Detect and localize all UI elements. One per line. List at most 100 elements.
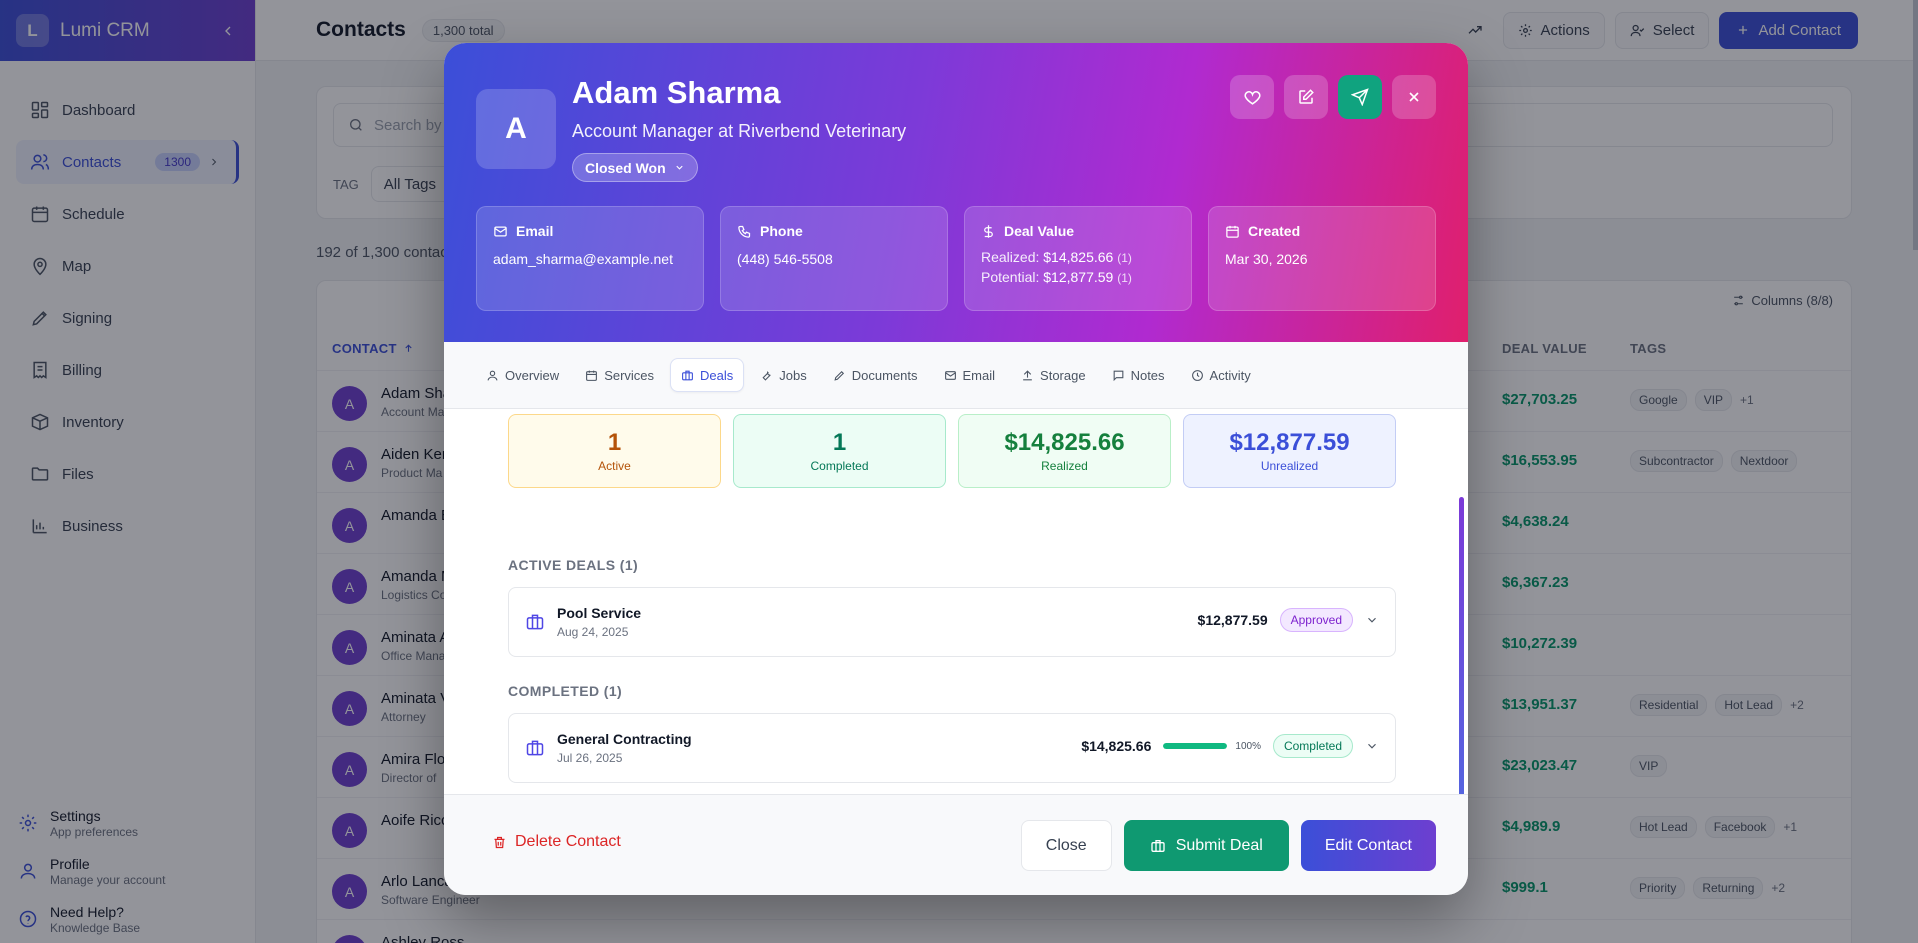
close-button[interactable]: Close <box>1020 820 1112 871</box>
summary-value: 1 <box>607 429 622 456</box>
summary-value: $12,877.59 <box>1229 429 1350 456</box>
deal-progress-label: 100% <box>1235 740 1261 752</box>
tab-label: Deals <box>700 367 734 383</box>
email-value[interactable]: adam_sharma@example.net <box>493 251 687 267</box>
phone-icon <box>738 225 751 238</box>
created-card: Created Mar 30, 2026 <box>1208 206 1436 311</box>
deal-value-label: Deal Value <box>1004 223 1075 239</box>
created-label: Created <box>1248 223 1301 239</box>
message-icon <box>1113 370 1123 381</box>
tab-label: Storage <box>1040 367 1086 383</box>
modal-footer: Delete Contact Close Submit Deal Edit Co… <box>444 794 1468 895</box>
wrench-icon <box>762 370 771 381</box>
potential-value: $12,877.59 <box>1043 269 1114 285</box>
header-actions <box>1230 75 1436 119</box>
realized-label: Realized: <box>981 249 1040 265</box>
tab-email[interactable]: Email <box>934 358 1006 392</box>
send-icon <box>1351 88 1369 106</box>
contact-role: Account Manager at Riverbend Veterinary <box>572 121 907 141</box>
dollar-icon <box>984 224 993 238</box>
send-button[interactable] <box>1338 75 1382 119</box>
deal-date: Aug 24, 2025 <box>557 625 629 639</box>
close-icon <box>1409 92 1419 102</box>
realized-count: (1) <box>1117 251 1132 265</box>
status-badge: Approved <box>1279 608 1353 632</box>
heart-icon <box>1243 90 1261 105</box>
upload-icon <box>1023 369 1032 380</box>
summary-label: Unrealized <box>1260 459 1319 473</box>
calendar-icon <box>586 370 598 381</box>
favorite-button[interactable] <box>1230 75 1274 119</box>
tab-label: Overview <box>505 367 560 383</box>
summary-label: Completed <box>810 459 869 473</box>
user-icon <box>487 370 498 380</box>
tab-jobs[interactable]: Jobs <box>750 358 816 392</box>
status-dropdown[interactable]: Closed Won <box>572 153 698 182</box>
submit-deal-button[interactable]: Submit Deal <box>1123 820 1289 871</box>
delete-contact-button[interactable]: Delete Contact <box>492 833 621 851</box>
chevron-down-icon[interactable] <box>1365 739 1379 753</box>
briefcase-icon <box>1151 839 1165 852</box>
mail-icon <box>944 370 956 380</box>
email-label: Email <box>516 223 554 239</box>
tab-storage[interactable]: Storage <box>1011 358 1096 392</box>
summary-value: $14,825.66 <box>1004 429 1125 456</box>
edit-contact-button[interactable]: Edit Contact <box>1300 820 1436 871</box>
edit-button[interactable] <box>1284 75 1328 119</box>
summary-realized: $14,825.66 Realized <box>958 414 1171 488</box>
tab-activity[interactable]: Activity <box>1181 358 1261 392</box>
active-deal-card[interactable]: Pool Service Aug 24, 2025 $12,877.59 App… <box>508 587 1396 657</box>
summary-unrealized: $12,877.59 Unrealized <box>1183 414 1396 488</box>
tab-overview[interactable]: Overview <box>476 358 569 392</box>
chevron-down-icon[interactable] <box>1365 613 1379 627</box>
calendar-icon <box>1226 225 1239 238</box>
modal-tabs: Overview Services Deals Jobs Documents E… <box>444 342 1468 409</box>
potential-count: (1) <box>1117 271 1132 285</box>
contact-stats: Email adam_sharma@example.net Phone (448… <box>476 206 1436 311</box>
completed-deals-title: COMPLETED (1) <box>508 683 623 699</box>
briefcase-icon <box>526 740 544 756</box>
completed-deal-card[interactable]: General Contracting Jul 26, 2025 $14,825… <box>508 713 1396 783</box>
summary-active: 1 Active <box>508 414 721 488</box>
tab-deals[interactable]: Deals <box>670 358 745 392</box>
briefcase-icon <box>526 614 544 630</box>
deal-amount: $12,877.59 <box>1197 612 1268 628</box>
contact-name: Adam Sharma <box>572 75 781 110</box>
trash-icon <box>494 836 505 848</box>
contact-avatar: A <box>476 89 556 169</box>
deal-progress-bar <box>1163 743 1228 749</box>
tab-documents[interactable]: Documents <box>823 358 928 392</box>
summary-label: Realized <box>1041 459 1088 473</box>
contact-detail-modal: A Adam Sharma Account Manager at Riverbe… <box>444 43 1468 895</box>
mail-icon <box>494 226 507 236</box>
submit-label: Submit Deal <box>1175 836 1263 854</box>
summary-label: Active <box>598 459 631 473</box>
deal-value-card: Deal Value Realized: $14,825.66 (1) Pote… <box>964 206 1192 311</box>
summary-completed: 1 Completed <box>733 414 946 488</box>
phone-card: Phone (448) 546-5508 <box>720 206 948 311</box>
tab-notes[interactable]: Notes <box>1102 358 1175 392</box>
potential-line: Potential: $12,877.59 (1) <box>981 269 1175 285</box>
edit-label: Edit Contact <box>1324 836 1412 854</box>
phone-value[interactable]: (448) 546-5508 <box>737 251 931 267</box>
realized-value: $14,825.66 <box>1043 249 1114 265</box>
status-value: Closed Won <box>585 159 666 176</box>
modal-scrollbar[interactable] <box>1459 497 1464 839</box>
delete-label: Delete Contact <box>515 833 621 850</box>
close-label: Close <box>1045 836 1087 854</box>
tab-label: Notes <box>1130 367 1165 383</box>
deal-progress-fill <box>1163 743 1228 749</box>
deal-name: Pool Service <box>557 605 642 621</box>
email-card: Email adam_sharma@example.net <box>476 206 704 311</box>
tab-services[interactable]: Services <box>575 358 664 392</box>
created-value: Mar 30, 2026 <box>1225 251 1308 267</box>
deal-date: Jul 26, 2025 <box>557 751 623 765</box>
potential-label: Potential: <box>981 269 1040 285</box>
modal-header: A Adam Sharma Account Manager at Riverbe… <box>444 43 1468 342</box>
chevron-down-icon <box>676 165 683 170</box>
summary-value: 1 <box>832 429 847 456</box>
status-badge: Completed <box>1272 734 1353 758</box>
tab-label: Activity <box>1209 367 1251 383</box>
close-modal-button[interactable] <box>1392 75 1436 119</box>
deal-summary: 1 Active 1 Completed $14,825.66 Realized… <box>508 414 1396 488</box>
